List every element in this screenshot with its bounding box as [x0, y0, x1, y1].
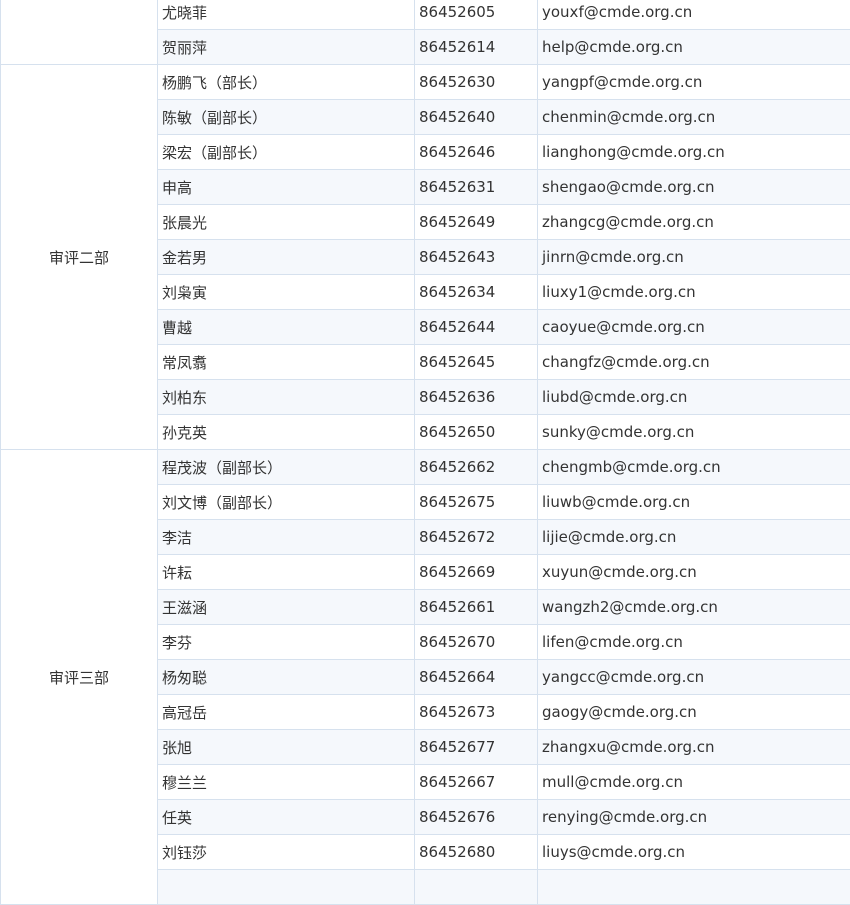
phone-cell: 86452669: [415, 555, 538, 590]
email-cell: liuys@cmde.org.cn: [538, 835, 850, 870]
name-cell: 李洁: [158, 520, 415, 555]
email-cell: lianghong@cmde.org.cn: [538, 135, 850, 170]
email-cell: caoyue@cmde.org.cn: [538, 310, 850, 345]
email-cell: liuwb@cmde.org.cn: [538, 485, 850, 520]
name-cell: 梁宏（副部长）: [158, 135, 415, 170]
email-cell: yangcc@cmde.org.cn: [538, 660, 850, 695]
email-cell: mull@cmde.org.cn: [538, 765, 850, 800]
department-cell: 审评三部: [1, 450, 158, 905]
name-cell: 张旭: [158, 730, 415, 765]
phone-cell: 86452677: [415, 730, 538, 765]
email-cell: wangzh2@cmde.org.cn: [538, 590, 850, 625]
email-cell: xuyun@cmde.org.cn: [538, 555, 850, 590]
phone-cell: 86452634: [415, 275, 538, 310]
name-cell: 李芬: [158, 625, 415, 660]
department-cell: [1, 0, 158, 65]
email-cell: changfz@cmde.org.cn: [538, 345, 850, 380]
name-cell: 刘文博（副部长）: [158, 485, 415, 520]
email-cell: yangpf@cmde.org.cn: [538, 65, 850, 100]
contact-table-body: 尤晓菲86452605youxf@cmde.org.cn贺丽萍86452614h…: [1, 0, 850, 905]
name-cell: 杨匆聪: [158, 660, 415, 695]
name-cell: [158, 870, 415, 905]
phone-cell: 86452605: [415, 0, 538, 30]
phone-cell: 86452673: [415, 695, 538, 730]
email-cell: zhangcg@cmde.org.cn: [538, 205, 850, 240]
phone-cell: 86452661: [415, 590, 538, 625]
email-cell: lijie@cmde.org.cn: [538, 520, 850, 555]
table-row: 审评三部程茂波（副部长）86452662chengmb@cmde.org.cn: [1, 450, 850, 485]
phone-cell: 86452630: [415, 65, 538, 100]
name-cell: 孙克英: [158, 415, 415, 450]
table-row: 尤晓菲86452605youxf@cmde.org.cn: [1, 0, 850, 30]
name-cell: 穆兰兰: [158, 765, 415, 800]
email-cell: jinrn@cmde.org.cn: [538, 240, 850, 275]
table-row: 审评二部杨鹏飞（部长）86452630yangpf@cmde.org.cn: [1, 65, 850, 100]
name-cell: 金若男: [158, 240, 415, 275]
phone-cell: [415, 870, 538, 905]
email-cell: lifen@cmde.org.cn: [538, 625, 850, 660]
email-cell: gaogy@cmde.org.cn: [538, 695, 850, 730]
phone-cell: 86452631: [415, 170, 538, 205]
email-cell: chengmb@cmde.org.cn: [538, 450, 850, 485]
name-cell: 刘枭寅: [158, 275, 415, 310]
email-cell: renying@cmde.org.cn: [538, 800, 850, 835]
email-cell: zhangxu@cmde.org.cn: [538, 730, 850, 765]
contact-table: 尤晓菲86452605youxf@cmde.org.cn贺丽萍86452614h…: [0, 0, 850, 905]
name-cell: 杨鹏飞（部长）: [158, 65, 415, 100]
phone-cell: 86452670: [415, 625, 538, 660]
name-cell: 尤晓菲: [158, 0, 415, 30]
name-cell: 曹越: [158, 310, 415, 345]
email-cell: liuxy1@cmde.org.cn: [538, 275, 850, 310]
email-cell: [538, 870, 850, 905]
name-cell: 申高: [158, 170, 415, 205]
phone-cell: 86452645: [415, 345, 538, 380]
phone-cell: 86452649: [415, 205, 538, 240]
phone-cell: 86452676: [415, 800, 538, 835]
name-cell: 刘钰莎: [158, 835, 415, 870]
phone-cell: 86452667: [415, 765, 538, 800]
name-cell: 常凤翥: [158, 345, 415, 380]
name-cell: 贺丽萍: [158, 30, 415, 65]
email-cell: youxf@cmde.org.cn: [538, 0, 850, 30]
name-cell: 许耘: [158, 555, 415, 590]
email-cell: liubd@cmde.org.cn: [538, 380, 850, 415]
email-cell: sunky@cmde.org.cn: [538, 415, 850, 450]
name-cell: 任英: [158, 800, 415, 835]
phone-cell: 86452672: [415, 520, 538, 555]
name-cell: 王滋涵: [158, 590, 415, 625]
email-cell: chenmin@cmde.org.cn: [538, 100, 850, 135]
name-cell: 程茂波（副部长）: [158, 450, 415, 485]
phone-cell: 86452680: [415, 835, 538, 870]
phone-cell: 86452675: [415, 485, 538, 520]
name-cell: 陈敏（副部长）: [158, 100, 415, 135]
phone-cell: 86452650: [415, 415, 538, 450]
phone-cell: 86452636: [415, 380, 538, 415]
name-cell: 刘柏东: [158, 380, 415, 415]
phone-cell: 86452614: [415, 30, 538, 65]
phone-cell: 86452664: [415, 660, 538, 695]
email-cell: help@cmde.org.cn: [538, 30, 850, 65]
name-cell: 张晨光: [158, 205, 415, 240]
phone-cell: 86452662: [415, 450, 538, 485]
phone-cell: 86452640: [415, 100, 538, 135]
phone-cell: 86452644: [415, 310, 538, 345]
name-cell: 高冠岳: [158, 695, 415, 730]
phone-cell: 86452643: [415, 240, 538, 275]
phone-cell: 86452646: [415, 135, 538, 170]
email-cell: shengao@cmde.org.cn: [538, 170, 850, 205]
department-cell: 审评二部: [1, 65, 158, 450]
